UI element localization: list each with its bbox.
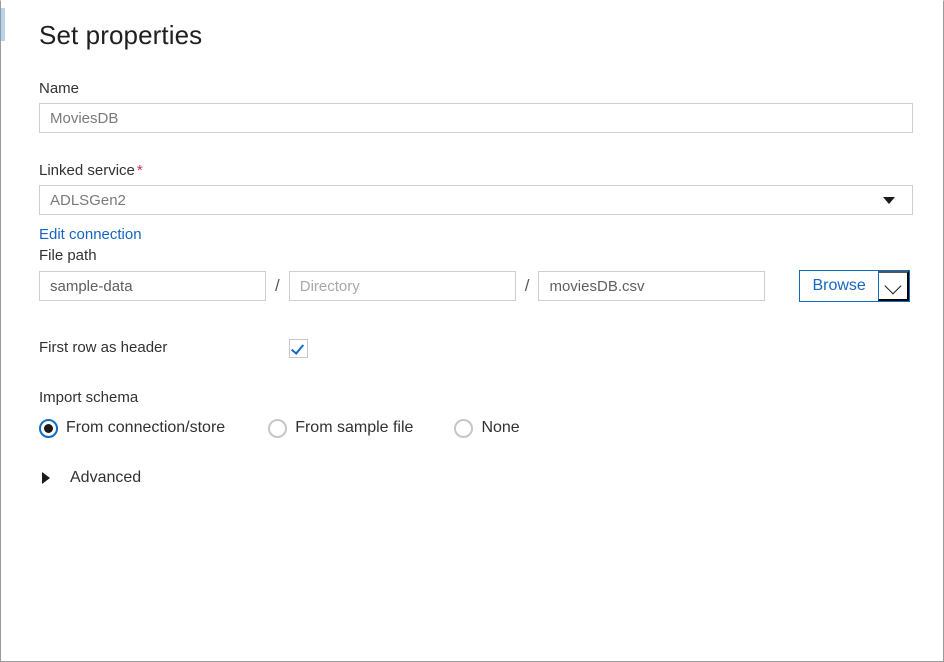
linked-service-label-text: Linked service — [39, 162, 135, 179]
radio-indicator — [454, 419, 473, 438]
linked-service-input[interactable] — [39, 185, 913, 215]
first-row-as-header-row: First row as header — [39, 338, 919, 358]
triangle-right-icon — [42, 472, 50, 484]
advanced-section-toggle[interactable]: Advanced — [39, 468, 189, 488]
path-separator: / — [516, 271, 539, 301]
required-asterisk: * — [135, 162, 143, 179]
browse-button[interactable]: Browse — [800, 271, 877, 301]
radio-from-sample-file[interactable]: From sample file — [268, 418, 413, 438]
radio-indicator — [268, 419, 287, 438]
path-separator: / — [266, 271, 289, 301]
checkmark-icon — [291, 341, 304, 355]
first-row-as-header-label: First row as header — [39, 338, 289, 358]
file-path-label: File path — [39, 246, 919, 265]
import-schema-radio-group: From connection/store From sample file N… — [39, 418, 919, 438]
browse-dropdown-button[interactable] — [878, 271, 909, 301]
radio-label: None — [481, 418, 519, 438]
file-path-container-input[interactable] — [39, 271, 266, 301]
radio-indicator — [39, 419, 58, 438]
file-path-file-input[interactable] — [538, 271, 765, 301]
first-row-as-header-checkbox[interactable] — [289, 339, 308, 358]
linked-service-label: Linked service* — [39, 161, 919, 180]
set-properties-dialog: Set properties Name Linked service* Edit… — [0, 0, 944, 662]
advanced-label: Advanced — [70, 468, 141, 488]
import-schema-label: Import schema — [39, 388, 919, 408]
dialog-content: Set properties Name Linked service* Edit… — [39, 1, 919, 488]
page-title: Set properties — [39, 1, 919, 51]
chevron-down-icon — [884, 278, 901, 295]
name-input[interactable] — [39, 103, 913, 133]
file-path-row: / / Browse — [39, 270, 919, 302]
radio-none[interactable]: None — [454, 418, 519, 438]
linked-service-select[interactable] — [39, 185, 913, 215]
left-edge-accent-sliver — [1, 8, 5, 41]
radio-from-connection-store[interactable]: From connection/store — [39, 418, 225, 438]
radio-label: From sample file — [295, 418, 413, 438]
file-path-directory-input[interactable] — [289, 271, 516, 301]
name-field-label: Name — [39, 79, 919, 98]
browse-button-group: Browse — [799, 270, 909, 302]
radio-label: From connection/store — [66, 418, 225, 438]
edit-connection-link[interactable]: Edit connection — [39, 225, 142, 244]
